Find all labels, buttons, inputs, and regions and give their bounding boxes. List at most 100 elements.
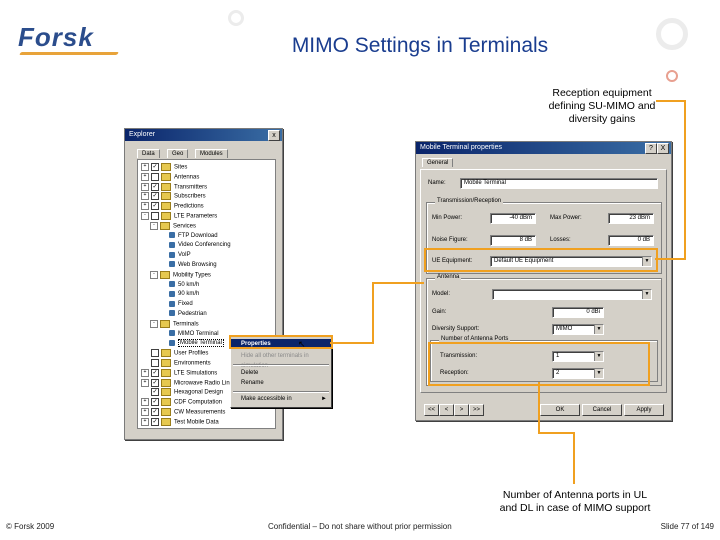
tab-modules[interactable]: Modules [195,149,228,158]
menu-item-hide-others: Hide all other terminals in simulation [241,353,309,369]
submenu-arrow-icon: ► [321,396,327,402]
visibility-checkbox[interactable]: ✓ [151,398,159,407]
close-button[interactable]: X [657,143,669,154]
expand-icon[interactable]: + [141,408,149,416]
tree-item[interactable]: + Antennas [141,172,199,182]
visibility-checkbox[interactable] [151,349,159,358]
visibility-checkbox[interactable]: ✓ [151,388,159,397]
tree-item[interactable]: + ✓ Subscribers [141,192,206,201]
connector-line [330,342,374,344]
visibility-checkbox[interactable] [151,359,159,367]
help-button[interactable]: ? [645,143,657,154]
antenna-ports-highlight [428,342,650,386]
tree-item-label: User Profiles [174,350,209,357]
visibility-checkbox[interactable]: ✓ [151,378,159,387]
losses-field[interactable]: 0 dB [608,235,654,246]
ok-button[interactable]: OK [540,404,580,416]
expand-icon[interactable]: + [141,378,149,387]
tree-item[interactable]: FTP Download [159,232,218,241]
tree-item[interactable]: Fixed [159,300,193,309]
tree-item-label: CDF Computation [174,399,223,406]
chevron-down-icon[interactable]: ▼ [642,290,651,299]
tree-item[interactable]: VoIP [159,251,191,260]
tree-item[interactable]: Mobile Terminal [159,339,224,348]
tree-item-label: Mobile Terminal [178,339,224,348]
visibility-checkbox[interactable] [151,212,159,220]
visibility-checkbox[interactable]: ✓ [151,368,159,377]
tab-general[interactable]: General [422,158,454,167]
tree-item[interactable]: + ✓ Predictions [141,202,204,211]
tree-item[interactable]: Pedestrian [159,310,207,319]
expand-icon[interactable]: + [141,163,149,171]
tree-item[interactable]: User Profiles [141,349,208,358]
folder-icon [161,408,171,416]
tree-item[interactable]: - LTE Parameters [141,212,217,221]
tree-item[interactable]: - Terminals [150,319,199,329]
menu-item-delete[interactable]: Delete [231,368,331,378]
visibility-checkbox[interactable]: ✓ [151,408,159,416]
expand-icon[interactable]: + [141,417,149,426]
explorer-titlebar: Explorer x [125,129,282,141]
tree-item[interactable]: 90 km/h [159,290,199,299]
previous-button[interactable]: < [439,404,454,416]
tree-item[interactable]: + ✓ LTE Simulations [141,368,217,378]
tree-item[interactable]: + ✓ CW Measurements [141,408,225,417]
cancel-button[interactable]: Cancel [582,404,622,416]
expand-icon[interactable]: + [141,368,149,377]
last-button[interactable]: >> [469,404,484,416]
next-button[interactable]: > [454,404,469,416]
collapse-icon[interactable]: - [150,319,158,328]
tree-item[interactable]: + ✓ Test Mobile Data [141,417,219,427]
expand-icon[interactable]: + [141,202,149,211]
tree-item-label: VoIP [178,252,191,259]
folder-icon [160,319,170,328]
chevron-down-icon[interactable]: ▼ [594,325,603,334]
expand-icon[interactable]: + [141,182,149,191]
collapse-icon[interactable]: - [141,212,149,220]
visibility-checkbox[interactable]: ✓ [151,192,159,201]
tree-item[interactable]: 50 km/h [159,281,199,290]
explorer-close-button[interactable]: x [268,130,280,141]
tree-item[interactable]: + ✓ Sites [141,163,187,172]
tree-item[interactable]: Video Conferencing [159,241,231,250]
tree-item[interactable]: + ✓ CDF Computation [141,398,222,407]
model-combo[interactable]: ▼ [492,289,652,300]
expand-icon[interactable]: + [141,398,149,407]
visibility-checkbox[interactable]: ✓ [151,202,159,211]
tree-item[interactable]: Web Browsing [159,261,217,270]
first-button[interactable]: << [424,404,439,416]
expand-icon[interactable]: + [141,172,149,181]
tree-item[interactable]: + ✓ Transmitters [141,182,207,192]
visibility-checkbox[interactable]: ✓ [151,417,159,426]
noise-figure-field[interactable]: 8 dB [490,235,536,246]
item-icon [169,281,175,288]
expand-icon[interactable]: + [141,192,149,201]
tab-data[interactable]: Data [137,149,160,158]
tab-geo[interactable]: Geo [167,149,189,158]
tree-item[interactable]: MIMO Terminal [159,330,219,339]
tree-item[interactable]: ✓ Hexagonal Design [141,388,223,397]
max-power-field[interactable]: 23 dBm [608,213,654,224]
gain-field[interactable]: 0 dBi [552,307,604,318]
callout-reception-equipment: Reception equipment defining SU-MIMO and… [532,87,672,126]
tree-item[interactable]: + ✓ Microwave Radio Links [141,378,236,388]
cursor-icon: ↖ [298,339,306,349]
folder-icon [161,163,171,171]
tree-item[interactable]: - Services [150,221,196,231]
tree-item[interactable]: Environments [141,359,211,368]
menu-item-make-accessible[interactable]: Make accessible in ► [231,394,331,404]
visibility-checkbox[interactable] [151,172,159,181]
name-field[interactable]: Mobile Terminal [460,178,658,189]
menu-item-rename[interactable]: Rename [231,378,331,388]
apply-button[interactable]: Apply [624,404,664,416]
tree-item-label: Pedestrian [178,311,207,317]
visibility-checkbox[interactable]: ✓ [151,163,159,171]
diversity-support-combo[interactable]: MIMO ▼ [552,324,604,335]
min-power-field[interactable]: -40 dBm [490,213,536,224]
connector-line [538,432,574,434]
collapse-icon[interactable]: - [150,221,158,230]
collapse-icon[interactable]: - [150,270,158,279]
tree-item[interactable]: - Mobility Types [150,270,211,280]
visibility-checkbox[interactable]: ✓ [151,182,159,191]
callout-antenna-ports: Number of Antenna ports in UL and DL in … [480,489,670,515]
